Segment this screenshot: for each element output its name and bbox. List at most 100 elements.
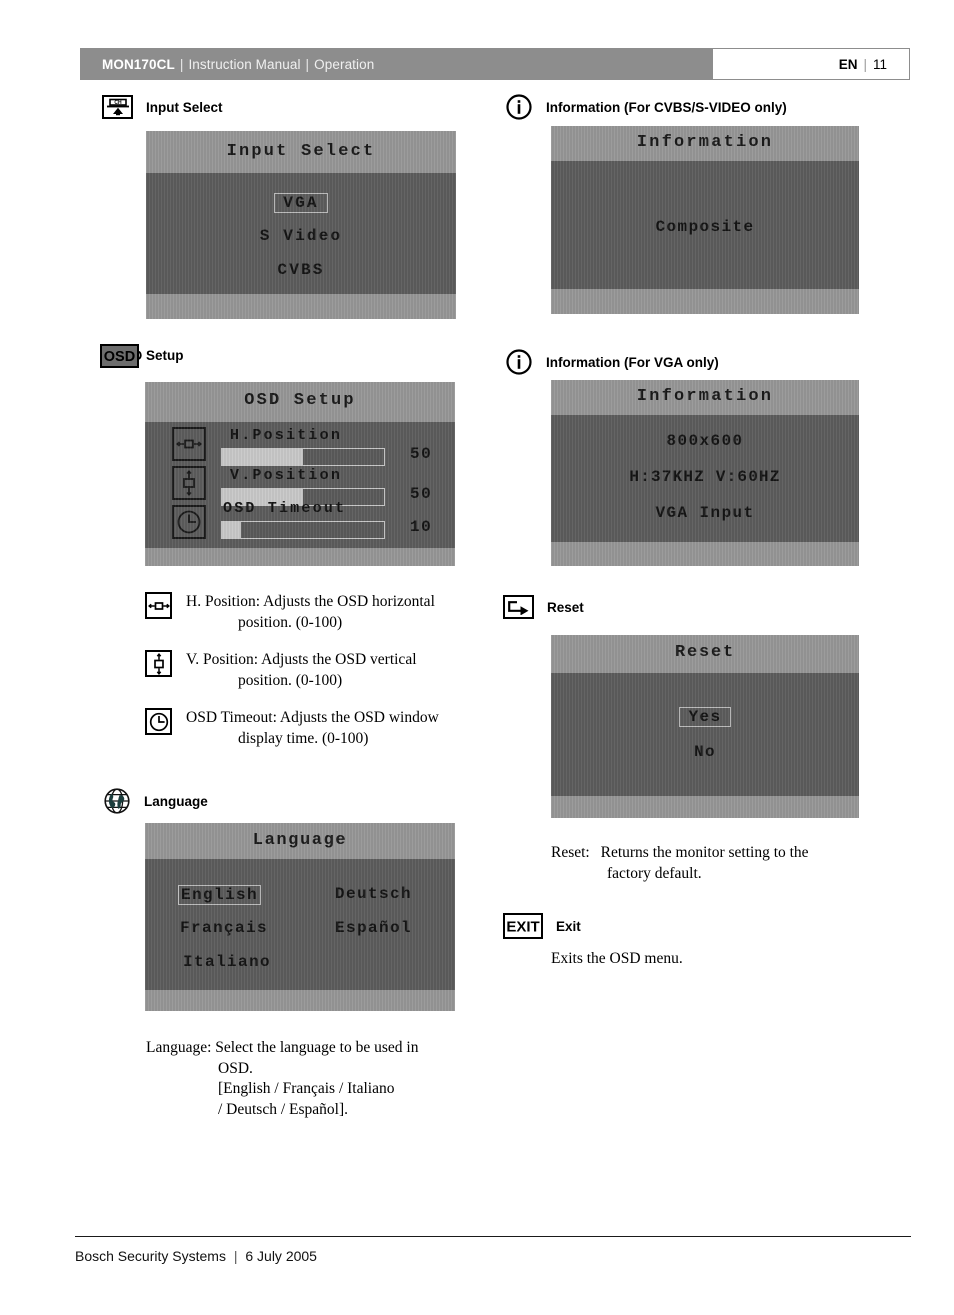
description-v-position-line1: V. Position: Adjusts the OSD vertical <box>186 651 417 668</box>
description-language-line1: Language: Select the language to be used… <box>146 1039 419 1056</box>
description-language-line4: / Deutsch / Español]. <box>218 1100 349 1118</box>
header-page-indicator: EN | 11 <box>712 48 910 80</box>
info-circle-icon <box>505 348 533 376</box>
footer-date: 6 July 2005 <box>245 1248 317 1264</box>
page-header: MON170CL | Instruction Manual | Operatio… <box>80 48 910 80</box>
footer: Bosch Security Systems | 6 July 2005 <box>75 1248 317 1264</box>
reset-arrow-icon <box>503 595 534 619</box>
osd-value-osd-timeout: 10 <box>410 518 433 536</box>
footer-company: Bosch Security Systems <box>75 1248 226 1264</box>
osd-language-english: English <box>178 885 262 905</box>
v-position-icon <box>145 650 172 677</box>
svg-text:EXIT: EXIT <box>506 919 539 936</box>
osd-title-information-cvbs: Information <box>636 133 774 152</box>
description-reset-line2: factory default. <box>607 864 702 882</box>
globe-icon <box>103 787 131 815</box>
osd-option-no: No <box>693 743 716 761</box>
osd-language-francais: Français <box>180 919 269 937</box>
header-page-number: 11 <box>872 56 887 72</box>
osd-screenshot-reset: Reset Yes No <box>551 635 859 818</box>
osd-option-svideo: S Video <box>259 227 343 245</box>
description-osd-timeout-line2: display time. (0-100) <box>238 729 369 747</box>
osd-title-information-vga: Information <box>636 387 774 406</box>
section-heading-language: Language <box>103 787 208 815</box>
channel-input-icon: CH <box>102 95 133 119</box>
section-label-input-select: Input Select <box>146 99 223 115</box>
description-v-position-line2: position. (0-100) <box>238 671 343 689</box>
osd-value-h-position: 50 <box>410 445 433 463</box>
osd-label-osd-timeout: OSD Timeout <box>223 500 347 517</box>
description-h-position: H. Position: Adjusts the OSD horizontal … <box>145 592 435 633</box>
osd-option-vga-label: VGA <box>274 193 328 213</box>
osd-info-line-composite: Composite <box>655 218 755 236</box>
h-position-icon <box>172 427 206 461</box>
header-separator-1: | <box>179 56 184 72</box>
osd-label-h-position: H.Position <box>230 427 343 444</box>
osd-language-deutsch: Deutsch <box>335 885 413 903</box>
manual-page: MON170CL | Instruction Manual | Operatio… <box>0 0 954 1315</box>
osd-screenshot-information-vga: Information 800x600 H:37KHZ V:60HZ VGA I… <box>551 380 859 566</box>
header-document-name: Instruction Manual <box>188 56 301 72</box>
osd-language-espanol: Español <box>335 919 413 937</box>
osd-option-cvbs: CVBS <box>277 261 325 279</box>
description-language-line2: OSD. <box>218 1059 253 1077</box>
footer-separator: | <box>233 1248 238 1264</box>
osd-screenshot-input-select: Input Select VGA S Video CVBS <box>146 131 456 319</box>
clock-icon <box>145 708 172 735</box>
header-section-name: Operation <box>314 56 375 72</box>
section-heading-reset: Reset <box>503 595 584 619</box>
description-h-position-line1: H. Position: Adjusts the OSD horizontal <box>186 593 435 610</box>
footer-divider <box>75 1236 911 1237</box>
description-language-line3: [English / Français / Italiano <box>218 1080 395 1097</box>
description-osd-timeout-line1: OSD Timeout: Adjusts the OSD window <box>186 709 439 726</box>
header-product-name: MON170CL <box>102 56 175 72</box>
osd-slider-fill-osd-timeout <box>222 522 242 538</box>
section-label-information-cvbs: Information (For CVBS/S-VIDEO only) <box>546 99 787 115</box>
osd-screenshot-osd-setup: OSD Setup H.Position 50 V.Position 50 OS… <box>145 382 455 566</box>
section-heading-information-vga: Information (For VGA only) <box>505 348 719 376</box>
osd-label-v-position: V.Position <box>230 467 343 484</box>
description-osd-timeout: OSD Timeout: Adjusts the OSD window disp… <box>145 708 439 749</box>
description-v-position: V. Position: Adjusts the OSD vertical po… <box>145 650 417 691</box>
osd-option-yes-label: Yes <box>679 707 731 727</box>
description-h-position-line2: position. (0-100) <box>238 613 343 631</box>
osd-title-input-select: Input Select <box>226 142 376 161</box>
description-reset-term: Reset: <box>551 844 590 861</box>
section-label-language: Language <box>144 793 208 809</box>
osd-slider-fill-h-position <box>222 449 303 465</box>
section-heading-information-cvbs: Information (For CVBS/S-VIDEO only) <box>505 93 787 121</box>
osd-screenshot-language: Language English Français Italiano Deuts… <box>145 823 455 1011</box>
h-position-icon <box>145 592 172 619</box>
section-label-exit: Exit <box>556 918 581 934</box>
description-language: Language: Select the language to be used… <box>146 1038 466 1120</box>
osd-info-input-source: VGA Input <box>655 504 755 522</box>
info-circle-icon <box>505 93 533 121</box>
osd-slider-h-position[interactable] <box>221 448 385 466</box>
section-heading-exit: EXIT Exit <box>503 913 581 939</box>
clock-icon <box>172 505 206 539</box>
header-page-separator: | <box>863 56 867 72</box>
section-heading-input-select: CH Input Select <box>102 95 223 119</box>
osd-title-language: Language <box>252 831 348 850</box>
osd-option-vga: VGA <box>146 193 456 213</box>
description-text-v-position: V. Position: Adjusts the OSD vertical po… <box>186 650 417 691</box>
description-text-osd-timeout: OSD Timeout: Adjusts the OSD window disp… <box>186 708 439 749</box>
header-separator-2: | <box>305 56 310 72</box>
section-label-information-vga: Information (For VGA only) <box>546 354 719 370</box>
header-language-code: EN <box>838 56 858 72</box>
description-reset-line1: Returns the monitor setting to the <box>600 844 809 861</box>
section-heading-osd-setup: OSD OSD Setup <box>100 343 184 368</box>
exit-icon: EXIT <box>503 913 543 939</box>
osd-value-v-position: 50 <box>410 485 433 503</box>
description-text-h-position: H. Position: Adjusts the OSD horizontal … <box>186 592 435 633</box>
osd-title-reset: Reset <box>674 643 735 662</box>
header-breadcrumb: MON170CL | Instruction Manual | Operatio… <box>80 48 712 80</box>
osd-slider-osd-timeout[interactable] <box>221 521 385 539</box>
osd-language-italiano: Italiano <box>183 953 272 971</box>
osd-title-osd-setup: OSD Setup <box>244 391 356 410</box>
osd-icon: OSD <box>100 343 139 368</box>
svg-text:CH: CH <box>114 100 122 106</box>
osd-language-english-label: English <box>178 885 262 905</box>
osd-screenshot-information-cvbs: Information Composite <box>551 126 859 314</box>
v-position-icon <box>172 466 206 500</box>
